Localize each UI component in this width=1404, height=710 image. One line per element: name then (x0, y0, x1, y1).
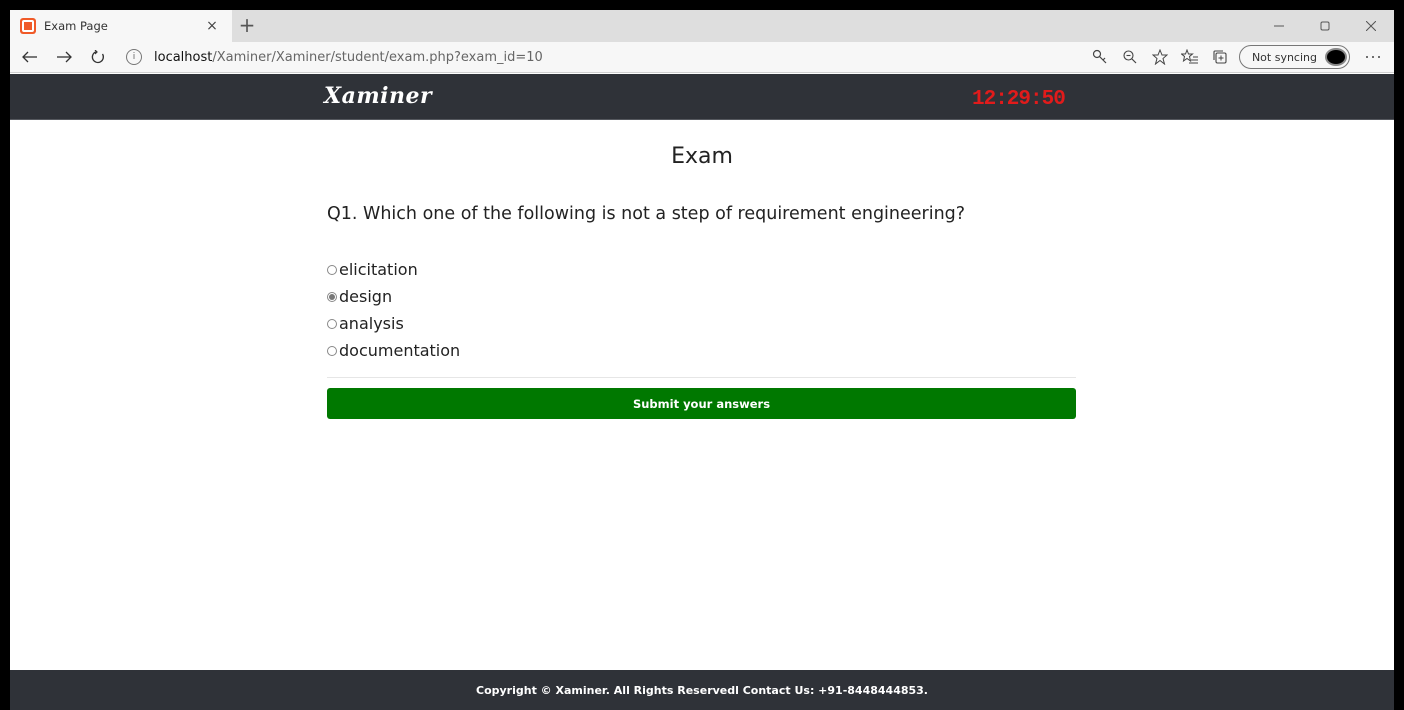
collections-icon[interactable] (1207, 44, 1233, 70)
profile-sync-button[interactable]: Not syncing (1238, 45, 1350, 69)
option-design[interactable]: design (327, 283, 460, 310)
question-text: Q1. Which one of the following is not a … (327, 204, 966, 224)
submit-answers-button[interactable]: Submit your answers (327, 388, 1076, 419)
divider (327, 377, 1076, 378)
more-icon[interactable] (1360, 44, 1386, 70)
radio-button[interactable] (327, 318, 337, 329)
info-icon[interactable]: i (126, 49, 142, 65)
answer-options: elicitation design analysis documentatio… (327, 256, 460, 364)
key-icon[interactable] (1087, 44, 1113, 70)
exam-content: Exam Q1. Which one of the following is n… (10, 120, 1394, 670)
site-header: Xaminer 12:29:50 (10, 74, 1394, 120)
back-icon[interactable] (16, 44, 44, 70)
footer-copyright: Copyright © Xaminer. All Rights Reserved… (476, 683, 928, 697)
option-label: documentation (339, 341, 461, 360)
option-label: design (339, 287, 393, 306)
close-tab-icon[interactable]: × (202, 18, 222, 34)
browser-tab[interactable]: Exam Page × (10, 10, 232, 42)
address-bar[interactable]: i localhost/Xaminer/Xaminer/student/exam… (126, 44, 1083, 70)
new-tab-button[interactable]: + (236, 14, 258, 36)
xampp-favicon-icon (20, 18, 36, 34)
option-elicitation[interactable]: elicitation (327, 256, 460, 283)
star-icon[interactable] (1147, 44, 1173, 70)
radio-button[interactable] (327, 264, 337, 275)
favorites-icon[interactable] (1177, 44, 1203, 70)
window-controls (1256, 10, 1394, 42)
url-host: localhost (154, 49, 213, 65)
option-documentation[interactable]: documentation (327, 337, 460, 364)
exam-timer: 12:29:50 (972, 88, 1066, 111)
option-label: elicitation (339, 260, 418, 279)
option-label: analysis (339, 314, 404, 333)
url-path: /Xaminer/Xaminer/student/exam.php?exam_i… (212, 49, 543, 65)
url-text[interactable]: localhost/Xaminer/Xaminer/student/exam.p… (154, 50, 543, 65)
close-window-icon[interactable] (1348, 10, 1394, 42)
minimize-icon[interactable] (1256, 10, 1302, 42)
avatar (1325, 48, 1347, 66)
site-footer: Copyright © Xaminer. All Rights Reserved… (10, 670, 1394, 710)
restore-icon[interactable] (1302, 10, 1348, 42)
toolbar-icons: Not syncing (1083, 44, 1386, 70)
refresh-icon[interactable] (84, 44, 112, 70)
tab-strip: Exam Page × + (10, 10, 1394, 42)
browser-window: Exam Page × + i localhost/Xaminer/Xamine… (10, 10, 1394, 710)
browser-toolbar: i localhost/Xaminer/Xaminer/student/exam… (10, 42, 1394, 73)
sync-label: Not syncing (1251, 50, 1317, 64)
radio-button-selected[interactable] (327, 291, 337, 302)
forward-icon[interactable] (50, 44, 78, 70)
radio-button[interactable] (327, 345, 337, 356)
option-analysis[interactable]: analysis (327, 310, 460, 337)
site-logo[interactable]: Xaminer (324, 83, 432, 109)
page-title: Exam (671, 144, 733, 169)
tab-title: Exam Page (44, 19, 108, 33)
zoom-icon[interactable] (1117, 44, 1143, 70)
